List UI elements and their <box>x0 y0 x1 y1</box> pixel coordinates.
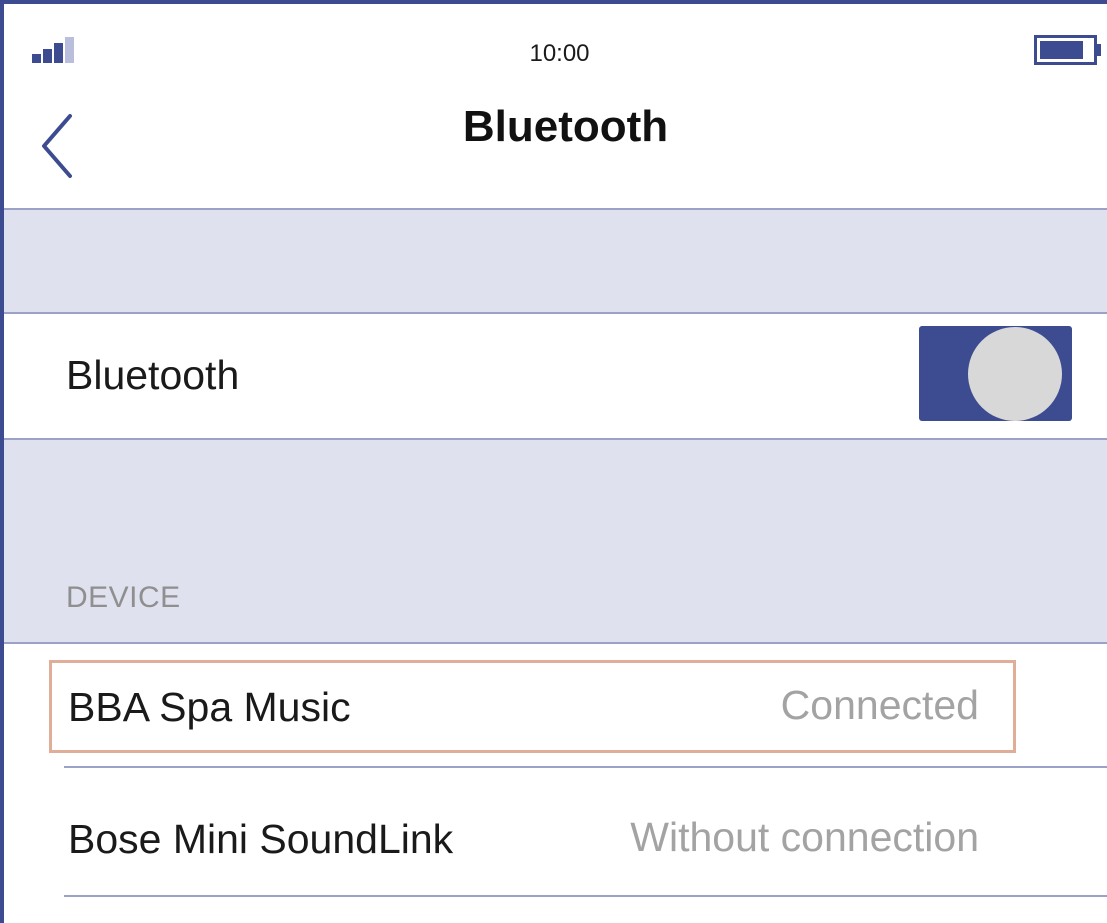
group-spacer <box>4 208 1107 314</box>
section-header-device: DEVICE <box>66 581 181 614</box>
device-status: Connected <box>780 682 979 728</box>
bluetooth-setting-label: Bluetooth <box>66 352 240 398</box>
device-name: Bose Mini SoundLink <box>68 816 454 862</box>
row-separator <box>64 895 1107 897</box>
device-row-bba-spa-music[interactable]: BBA Spa Music Connected <box>4 644 1107 768</box>
device-name: BBA Spa Music <box>68 684 351 730</box>
phone-screen: 10:00 Bluetooth Bluetooth DEVICE BBA Spa… <box>0 0 1107 923</box>
device-status: Without connection <box>630 814 979 860</box>
status-time: 10:00 <box>529 40 590 67</box>
bluetooth-toggle[interactable] <box>919 326 1072 421</box>
battery-icon <box>1034 35 1101 65</box>
page-title: Bluetooth <box>462 102 669 151</box>
device-row-bose-mini-soundlink[interactable]: Bose Mini SoundLink Without connection <box>4 770 1107 898</box>
toggle-knob <box>968 327 1062 421</box>
row-separator <box>64 766 1107 768</box>
